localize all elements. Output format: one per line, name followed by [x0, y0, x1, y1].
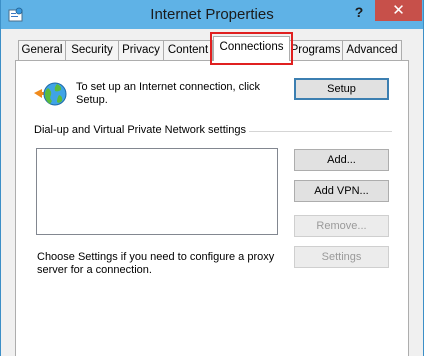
section-divider — [249, 131, 392, 132]
tab-privacy[interactable]: Privacy — [118, 40, 164, 60]
proxy-instructions: Choose Settings if you need to configure… — [37, 251, 275, 276]
close-button[interactable]: ✕ — [375, 0, 422, 21]
add-button[interactable]: Add... — [294, 149, 389, 171]
globe-network-icon — [34, 82, 67, 106]
tab-security[interactable]: Security — [65, 40, 119, 60]
title-bar[interactable]: Internet Properties ? ✕ — [1, 0, 423, 29]
connections-list[interactable] — [36, 148, 278, 235]
tab-advanced[interactable]: Advanced — [342, 40, 402, 60]
setup-button[interactable]: Setup — [294, 78, 389, 100]
tab-connections[interactable]: Connections — [213, 36, 290, 61]
tab-content[interactable]: Content — [163, 40, 213, 60]
help-button[interactable]: ? — [347, 2, 371, 22]
add-vpn-button[interactable]: Add VPN... — [294, 180, 389, 202]
tab-general[interactable]: General — [18, 40, 66, 60]
settings-button[interactable]: Settings — [294, 246, 389, 268]
internet-properties-window: Internet Properties ? ✕ General Security… — [0, 0, 424, 356]
setup-instructions: To set up an Internet connection, click … — [76, 81, 261, 106]
vpn-section-label: Dial-up and Virtual Private Network sett… — [34, 124, 246, 136]
remove-button[interactable]: Remove... — [294, 215, 389, 237]
tab-programs[interactable]: Programs — [288, 40, 343, 60]
